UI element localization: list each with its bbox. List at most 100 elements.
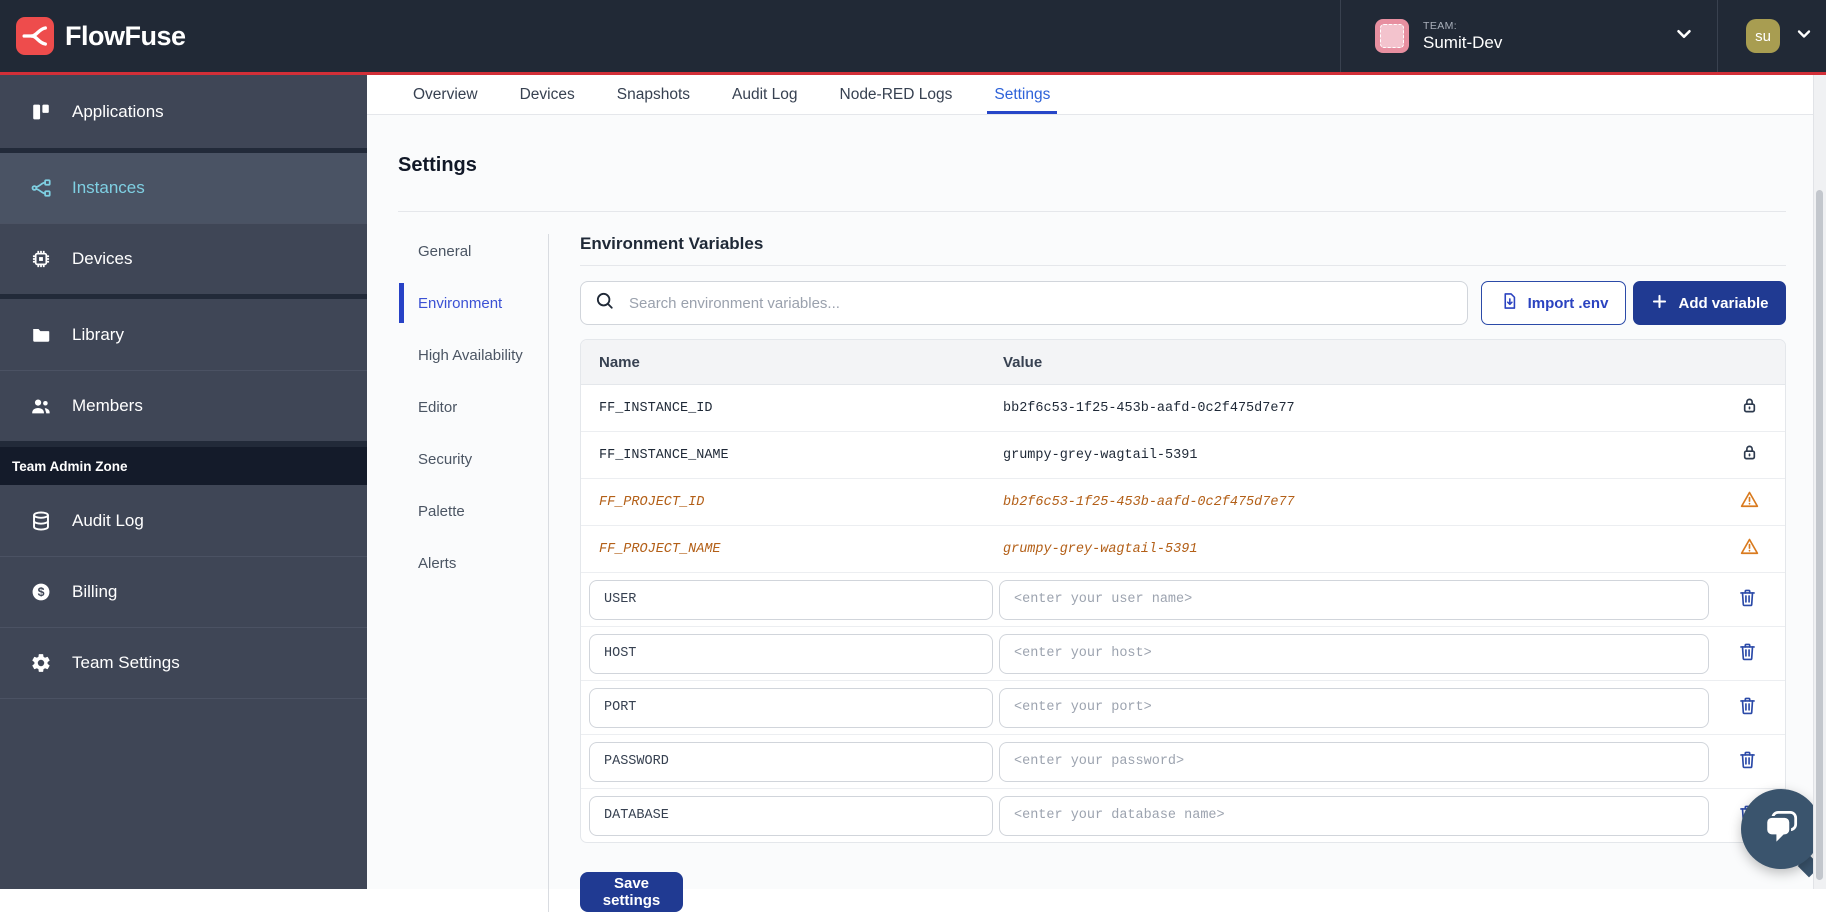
instance-tabbar: Overview Devices Snapshots Audit Log Nod… xyxy=(367,75,1826,115)
sidebar-item-label: Devices xyxy=(72,249,132,269)
table-header: Name Value xyxy=(581,340,1785,385)
editable-row xyxy=(581,735,1785,789)
warning-icon xyxy=(1739,536,1760,562)
sidebar-item-label: Library xyxy=(72,325,124,345)
sidebar-item-team-settings[interactable]: Team Settings xyxy=(0,627,367,698)
variable-name-input[interactable] xyxy=(589,796,993,836)
sidebar-item-members[interactable]: Members xyxy=(0,370,367,441)
add-variable-button[interactable]: Add variable xyxy=(1633,281,1786,325)
brand[interactable]: FlowFuse xyxy=(16,17,186,55)
variable-value-input[interactable] xyxy=(999,742,1709,782)
subnav-item-general[interactable]: General xyxy=(418,239,540,264)
sidebar-item-applications[interactable]: Applications xyxy=(0,75,367,148)
sidebar-item-label: Members xyxy=(72,396,143,416)
env-variables-table: Name Value FF_INSTANCE_ID bb2f6c53-1f25-… xyxy=(580,339,1786,843)
tab-overview[interactable]: Overview xyxy=(413,75,478,114)
lock-icon xyxy=(1739,442,1760,468)
editable-row xyxy=(581,681,1785,735)
panel-title: Environment Variables xyxy=(580,234,1786,266)
team-admin-zone-header: Team Admin Zone xyxy=(0,447,367,485)
tab-devices[interactable]: Devices xyxy=(520,75,575,114)
tab-node-red-logs[interactable]: Node-RED Logs xyxy=(840,75,953,114)
sidebar-item-label: Billing xyxy=(72,582,117,602)
search-icon xyxy=(594,290,615,316)
brand-name: FlowFuse xyxy=(65,21,186,52)
dollar-icon: $ xyxy=(30,581,52,603)
subnav-item-security[interactable]: Security xyxy=(418,447,540,472)
chat-launcher-button[interactable] xyxy=(1741,789,1821,869)
table-row: FF_INSTANCE_NAME grumpy-grey-wagtail-539… xyxy=(581,432,1785,479)
subnav-item-environment[interactable]: Environment xyxy=(418,291,540,316)
tab-audit-log[interactable]: Audit Log xyxy=(732,75,798,114)
search-box xyxy=(580,281,1468,325)
table-row-deprecated: FF_PROJECT_ID bb2f6c53-1f25-453b-aafd-0c… xyxy=(581,479,1785,526)
variable-name-input[interactable] xyxy=(589,742,993,782)
sidebar-item-label: Audit Log xyxy=(72,511,144,531)
environment-panel: Environment Variables xyxy=(580,212,1786,912)
variable-value-input[interactable] xyxy=(999,688,1709,728)
sidebar-item-library[interactable]: Library xyxy=(0,299,367,370)
variable-name-input[interactable] xyxy=(589,580,993,620)
chip-icon xyxy=(30,248,52,270)
search-input[interactable] xyxy=(627,294,1455,313)
import-env-button[interactable]: Import .env xyxy=(1481,281,1626,325)
trash-icon[interactable] xyxy=(1737,587,1758,613)
people-icon xyxy=(30,395,52,417)
trash-icon[interactable] xyxy=(1737,695,1758,721)
scrollbar-thumb[interactable] xyxy=(1816,190,1823,880)
trash-icon[interactable] xyxy=(1737,641,1758,667)
import-file-icon xyxy=(1499,291,1519,315)
table-row: FF_INSTANCE_ID bb2f6c53-1f25-453b-aafd-0… xyxy=(581,385,1785,432)
subnav-item-editor[interactable]: Editor xyxy=(418,395,540,420)
team-label: TEAM: xyxy=(1423,20,1673,32)
chevron-down-icon xyxy=(1673,23,1695,50)
sidebar-item-audit-log[interactable]: Audit Log xyxy=(0,485,367,556)
sidebar: Applications Instances Devices Library xyxy=(0,75,367,889)
variable-name-input[interactable] xyxy=(589,688,993,728)
editable-row xyxy=(581,789,1785,842)
tab-snapshots[interactable]: Snapshots xyxy=(617,75,690,114)
column-header-value: Value xyxy=(1003,354,1713,371)
flowfuse-logo-icon xyxy=(16,17,54,55)
settings-subnav: General Environment High Availability Ed… xyxy=(398,212,548,912)
column-header-name: Name xyxy=(581,354,1003,371)
sidebar-item-label: Applications xyxy=(72,102,164,122)
applications-icon xyxy=(30,101,52,123)
variable-value-input[interactable] xyxy=(999,796,1709,836)
avatar: su xyxy=(1746,19,1780,53)
subnav-divider xyxy=(548,234,549,912)
sidebar-item-label: Instances xyxy=(72,178,145,198)
sidebar-filler xyxy=(0,698,367,889)
tab-settings[interactable]: Settings xyxy=(994,75,1050,114)
warning-icon xyxy=(1739,489,1760,515)
team-avatar xyxy=(1375,19,1409,53)
variable-name-input[interactable] xyxy=(589,634,993,674)
user-menu[interactable]: su xyxy=(1718,0,1826,72)
chevron-down-icon xyxy=(1794,24,1814,49)
sidebar-item-billing[interactable]: $ Billing xyxy=(0,556,367,627)
subnav-item-high-availability[interactable]: High Availability xyxy=(418,343,540,368)
editable-row xyxy=(581,627,1785,681)
page-scrollbar[interactable] xyxy=(1813,75,1826,889)
team-selector[interactable]: TEAM: Sumit-Dev xyxy=(1341,0,1717,72)
team-name: Sumit-Dev xyxy=(1423,33,1673,53)
sidebar-item-label: Team Settings xyxy=(72,653,180,673)
top-header: FlowFuse TEAM: Sumit-Dev su xyxy=(0,0,1826,72)
variable-value-input[interactable] xyxy=(999,580,1709,620)
plus-icon xyxy=(1650,292,1669,315)
main-content: Overview Devices Snapshots Audit Log Nod… xyxy=(367,75,1826,889)
sidebar-item-instances[interactable]: Instances xyxy=(0,153,367,223)
variable-value-input[interactable] xyxy=(999,634,1709,674)
table-row-deprecated: FF_PROJECT_NAME grumpy-grey-wagtail-5391 xyxy=(581,526,1785,573)
save-settings-button[interactable]: Save settings xyxy=(580,872,683,912)
editable-row xyxy=(581,573,1785,627)
trash-icon[interactable] xyxy=(1737,749,1758,775)
folder-icon xyxy=(30,324,52,346)
subnav-item-alerts[interactable]: Alerts xyxy=(418,551,540,576)
gear-icon xyxy=(30,652,52,674)
lock-icon xyxy=(1739,395,1760,421)
sidebar-item-devices[interactable]: Devices xyxy=(0,223,367,294)
database-icon xyxy=(30,510,52,532)
instances-icon xyxy=(30,177,52,199)
subnav-item-palette[interactable]: Palette xyxy=(418,499,540,524)
